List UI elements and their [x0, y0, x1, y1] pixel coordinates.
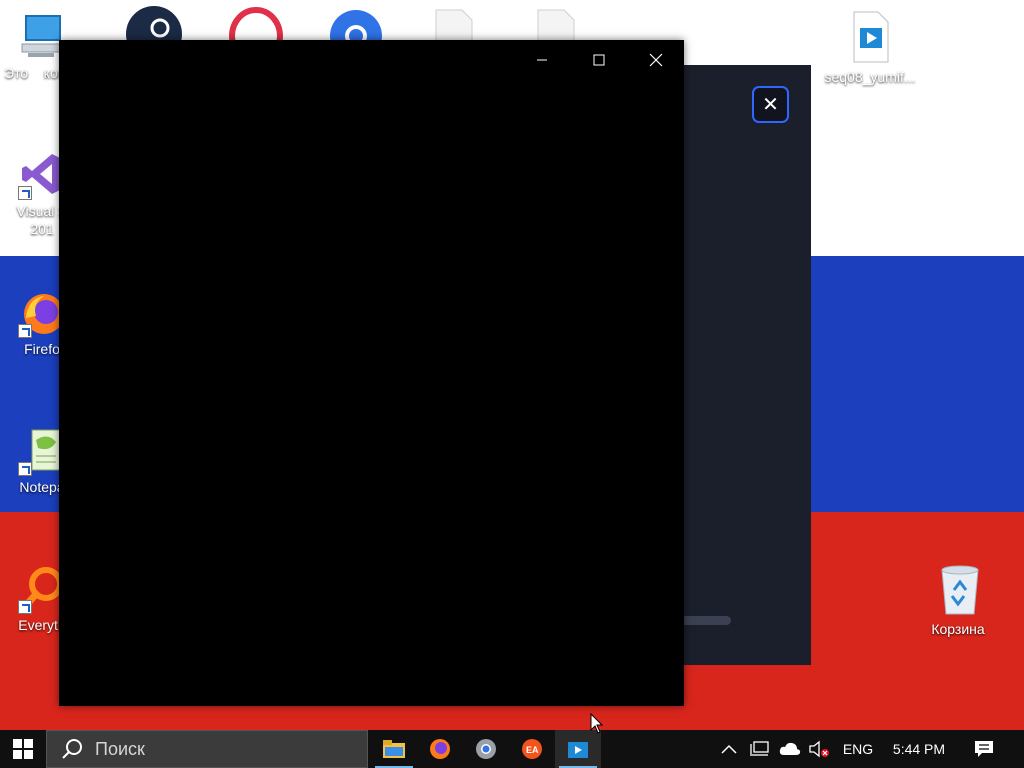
minimize-button[interactable] — [513, 40, 570, 80]
ea-icon: EA — [522, 739, 542, 759]
shortcut-arrow-icon — [18, 600, 32, 614]
svg-text:EA: EA — [526, 745, 539, 755]
desktop-icon-label: Корзина — [931, 621, 985, 637]
onedrive-status[interactable] — [776, 730, 804, 768]
clock-time: 5:44 PM — [892, 741, 946, 757]
mouse-cursor-icon — [590, 713, 604, 734]
taskbar-firefox[interactable] — [417, 730, 463, 768]
search-icon — [62, 739, 82, 759]
chrome-icon — [476, 739, 496, 759]
background-dark-window[interactable] — [683, 65, 811, 665]
maximize-button[interactable] — [570, 40, 627, 80]
media-player-icon — [568, 742, 588, 758]
network-icon — [750, 741, 769, 756]
volume-status[interactable] — [806, 730, 832, 768]
notifications-icon — [975, 741, 993, 757]
taskbar: Поиск EA ENG 5:44 PM — [0, 730, 1024, 768]
action-center-button[interactable] — [964, 730, 1004, 768]
close-button[interactable] — [627, 40, 684, 80]
dark-window-scrollbar[interactable] — [683, 616, 731, 625]
firefox-icon — [430, 739, 450, 759]
network-status[interactable] — [746, 730, 774, 768]
taskbar-ea-app[interactable]: EA — [509, 730, 555, 768]
dark-window-close-button[interactable]: ✕ — [752, 86, 789, 123]
taskbar-search-input[interactable]: Поиск — [46, 730, 368, 768]
video-file-icon — [846, 10, 894, 63]
desktop-icon-video-file[interactable]: seq08_yumif... — [820, 10, 920, 86]
input-language-button[interactable]: ENG — [836, 730, 880, 768]
shortcut-arrow-icon — [18, 186, 32, 200]
folder-icon — [383, 740, 405, 758]
language-label: ENG — [842, 741, 874, 757]
minimize-icon — [536, 59, 547, 61]
taskbar-file-explorer[interactable] — [371, 730, 417, 768]
shortcut-arrow-icon — [18, 462, 32, 476]
search-placeholder: Поиск — [95, 738, 145, 759]
show-hidden-icons-button[interactable] — [716, 730, 742, 768]
shortcut-arrow-icon — [18, 324, 32, 338]
chevron-up-icon — [721, 744, 737, 754]
windows-logo-icon — [13, 739, 33, 759]
desktop-icon-recycle-bin[interactable]: Корзина — [920, 560, 996, 638]
desktop-icon-label: seq08_yumif... — [824, 69, 916, 85]
taskbar-chrome[interactable] — [463, 730, 509, 768]
speaker-muted-icon — [809, 740, 829, 758]
close-icon — [649, 53, 662, 67]
maximize-icon — [593, 54, 604, 66]
start-button[interactable] — [0, 730, 46, 768]
recycle-bin-icon — [934, 560, 982, 616]
close-icon: ✕ — [762, 94, 779, 116]
cloud-icon — [779, 742, 801, 755]
clock-button[interactable]: 5:44 PM — [884, 730, 954, 768]
taskbar-media-player[interactable] — [555, 730, 601, 768]
black-app-window[interactable] — [59, 40, 684, 706]
